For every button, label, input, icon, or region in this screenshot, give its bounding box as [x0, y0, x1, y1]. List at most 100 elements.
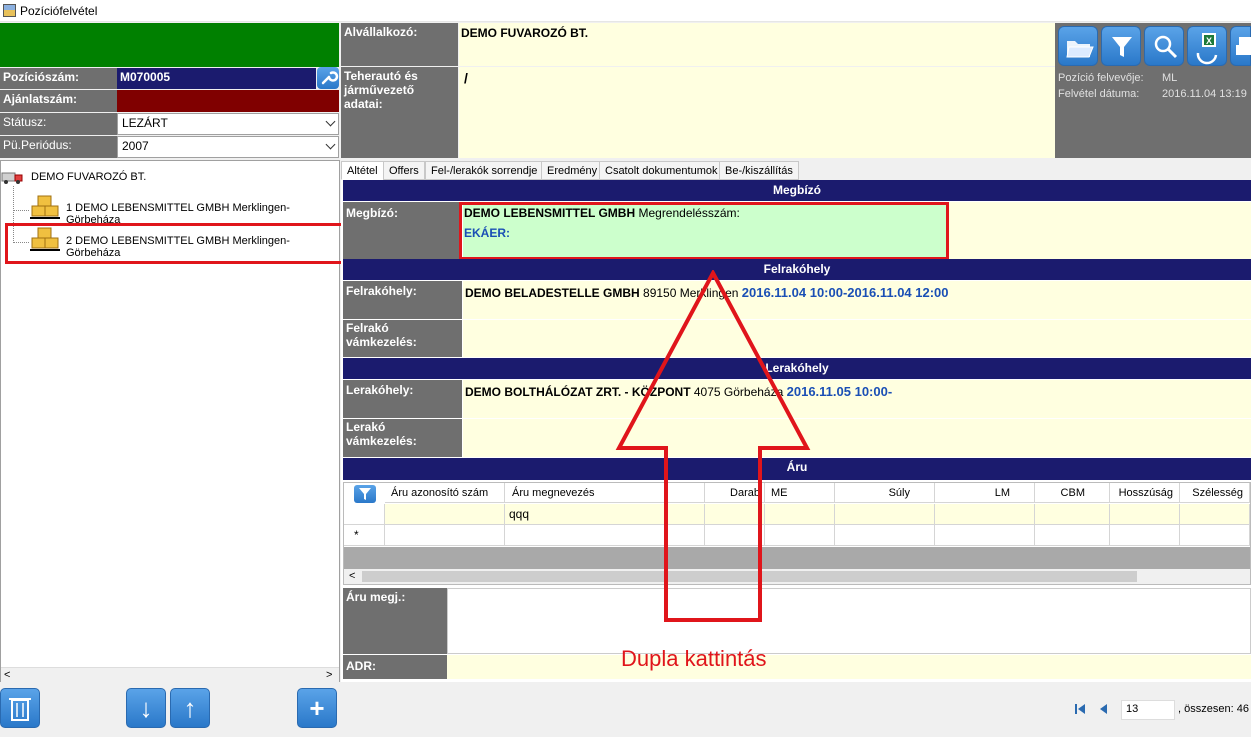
col-header[interactable]: Áru azonosító szám	[385, 483, 505, 503]
scroll-right-icon[interactable]: >	[326, 669, 332, 681]
printer-icon	[1236, 37, 1251, 55]
print-button[interactable]	[1230, 26, 1251, 66]
megbizo-rest	[947, 202, 1251, 259]
table-cell[interactable]	[1110, 525, 1180, 546]
table-cell[interactable]	[1180, 525, 1250, 546]
lerako-label: Lerakóhely:	[343, 380, 462, 418]
megbizo-label: Megbízó:	[343, 202, 462, 259]
first-page-icon[interactable]	[1073, 702, 1089, 716]
table-cell[interactable]	[385, 504, 505, 525]
move-up-button[interactable]: ↑	[170, 688, 210, 728]
ajanlatszam-label: Ajánlatszám:	[0, 90, 117, 112]
scroll-left-icon[interactable]: <	[4, 669, 10, 681]
boxes-icon	[30, 195, 60, 219]
table-cell[interactable]	[385, 525, 505, 546]
datum-label: Felvétel dátuma:	[1058, 88, 1140, 100]
open-folder-button[interactable]	[1058, 26, 1098, 66]
tab-altetel[interactable]: Altétel	[341, 161, 384, 180]
table-cell[interactable]	[1035, 504, 1110, 525]
col-header[interactable]: Szélesség	[1180, 483, 1250, 503]
aru-megj-label: Áru megj.:	[343, 588, 447, 654]
table-cell[interactable]	[835, 525, 935, 546]
table-cell[interactable]	[1035, 525, 1110, 546]
tab-beki[interactable]: Be-/kiszállítás	[719, 161, 799, 180]
truck-icon	[1, 172, 23, 184]
periodus-select[interactable]: 2007	[117, 136, 339, 158]
page-input[interactable]: 13	[1121, 700, 1175, 720]
statusz-select[interactable]: LEZÁRT	[117, 113, 339, 135]
chevron-down-icon	[325, 139, 336, 150]
move-down-button[interactable]: ↓	[126, 688, 166, 728]
pozicioszam-label: Pozíciószám:	[0, 68, 117, 89]
megbizo-highlight	[459, 202, 949, 260]
table-cell[interactable]	[1110, 504, 1180, 525]
pozicioszam-field[interactable]: M070005	[117, 68, 316, 89]
search-icon	[1154, 35, 1178, 59]
lerako-value[interactable]: DEMO BOLTHÁLÓZAT ZRT. - KÖZPONT 4075 Gör…	[463, 380, 1251, 418]
arrow-up-icon: ↑	[183, 693, 197, 723]
excel-icon: X	[1196, 33, 1218, 65]
grid-filter-button[interactable]	[354, 485, 376, 503]
teherauto-value[interactable]: /	[459, 67, 1055, 158]
felrako-value[interactable]: DEMO BELADESTELLE GMBH 89150 Merklingen …	[463, 281, 1251, 319]
ajanlatszam-field[interactable]	[117, 90, 339, 112]
filter-icon	[359, 488, 371, 500]
excel-export-button[interactable]: X	[1187, 26, 1227, 66]
felrako-vam-value[interactable]	[463, 320, 1251, 357]
tab-sorrend[interactable]: Fel-/lerakók sorrendje	[425, 161, 544, 180]
tree-line	[13, 210, 29, 211]
tree-hscrollbar[interactable]: < >	[1, 667, 339, 682]
tab-eredmeny[interactable]: Eredmény	[541, 161, 604, 180]
statusz-label: Státusz:	[0, 113, 117, 135]
add-button[interactable]: +	[297, 688, 337, 728]
new-row-marker[interactable]: *	[344, 525, 385, 546]
table-cell[interactable]	[935, 525, 1035, 546]
toolbar-panel: X Pozíció felvevője: ML Felvétel dátuma:…	[1055, 23, 1251, 158]
felrako-label: Felrakóhely:	[343, 281, 462, 319]
arrow-down-icon: ↓	[139, 693, 153, 723]
col-header[interactable]: Súly	[835, 483, 935, 503]
table-cell[interactable]	[935, 504, 1035, 525]
filter-icon	[1112, 37, 1132, 57]
tree-root[interactable]: DEMO FUVAROZÓ BT.	[31, 171, 146, 183]
annotation-arrow	[615, 270, 811, 622]
megbizo-header: Megbízó	[343, 180, 1251, 201]
table-cell[interactable]	[835, 504, 935, 525]
annotation-text: Dupla kattintás	[621, 646, 767, 671]
window-title: Pozíciófelvétel	[20, 4, 98, 18]
boxes-icon	[30, 227, 60, 251]
lerako-vam-value[interactable]	[463, 419, 1251, 457]
alvallalkozo-value[interactable]: DEMO FUVAROZÓ BT.	[459, 23, 1055, 66]
row-header[interactable]	[344, 504, 385, 525]
col-header[interactable]: Hosszúság	[1110, 483, 1180, 503]
table-cell[interactable]	[1180, 504, 1250, 525]
felvevo-label: Pozíció felvevője:	[1058, 72, 1144, 84]
wrench-icon	[321, 71, 339, 85]
status-color-panel	[0, 23, 339, 67]
teherauto-label: Teherautó és járművezető adatai:	[341, 67, 458, 158]
felvevo-value: ML	[1162, 72, 1178, 84]
col-header[interactable]: LM	[935, 483, 1035, 503]
col-header[interactable]: CBM	[1035, 483, 1110, 503]
alvallalkozo-label: Alvállalkozó:	[341, 23, 458, 66]
adr-field[interactable]	[447, 655, 1251, 679]
app-icon	[3, 4, 16, 17]
page-total: , összesen: 46	[1178, 703, 1249, 715]
prev-page-icon[interactable]	[1097, 702, 1111, 716]
periodus-label: Pü.Periódus:	[0, 136, 117, 158]
folder-icon	[1066, 41, 1094, 58]
tab-offers[interactable]: Offers	[383, 161, 425, 180]
plus-icon: +	[309, 693, 325, 723]
delete-button[interactable]	[0, 688, 40, 728]
filter-button[interactable]	[1101, 26, 1141, 66]
tree-item-2[interactable]: 2 DEMO LEBENSMITTEL GMBH Merklingen-Görb…	[66, 235, 339, 259]
tab-csatolt[interactable]: Csatolt dokumentumok	[599, 161, 724, 180]
aru-megj-field[interactable]	[447, 588, 1251, 654]
datum-value: 2016.11.04 13:19	[1162, 88, 1247, 100]
felrako-vam-label: Felrakó vámkezelés:	[343, 320, 462, 357]
statusz-value: LEZÁRT	[122, 116, 168, 130]
wrench-button[interactable]	[317, 67, 339, 89]
scroll-left-icon[interactable]: <	[349, 570, 355, 582]
position-tree[interactable]: DEMO FUVAROZÓ BT. 1 DEMO LEBENSMITTEL GM…	[0, 160, 344, 682]
search-button[interactable]	[1144, 26, 1184, 66]
